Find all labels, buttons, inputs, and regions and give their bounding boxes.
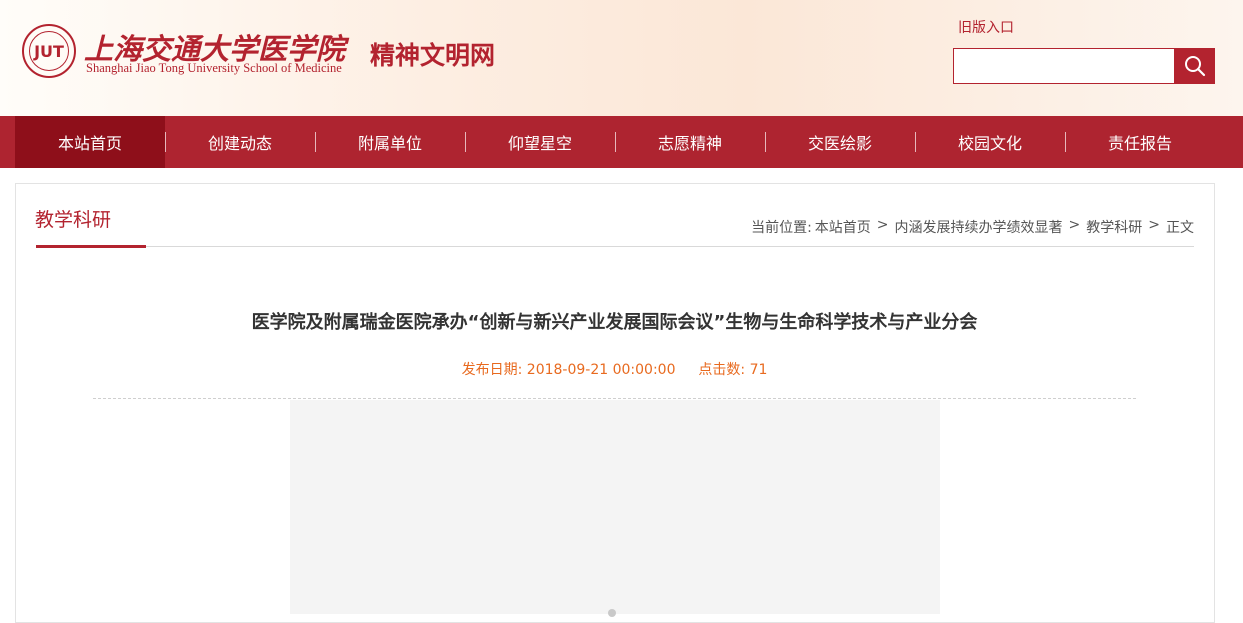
breadcrumb-current: 正文: [1166, 220, 1194, 236]
school-seal-logo[interactable]: JUT: [22, 24, 76, 78]
nav-divider: [615, 132, 616, 152]
view-count-label: 点击数:: [698, 362, 746, 378]
nav-divider: [915, 132, 916, 152]
old-version-link[interactable]: 旧版入口: [958, 17, 1014, 37]
section-divider: [36, 246, 1194, 247]
breadcrumb-link-category[interactable]: 内涵发展持续办学绩效显著: [895, 217, 1063, 237]
nav-divider: [315, 132, 316, 152]
nav-item-label: 校园文化: [957, 134, 1022, 153]
school-name-en: Shanghai Jiao Tong University School of …: [86, 61, 342, 75]
nav-item-news[interactable]: 创建动态: [165, 116, 315, 168]
nav-item-stars[interactable]: 仰望星空: [465, 116, 615, 168]
section-title-underline: [36, 245, 146, 248]
breadcrumb-separator: >: [876, 217, 889, 233]
nav-item-label: 交医绘影: [807, 134, 872, 153]
breadcrumb-link-section[interactable]: 教学科研: [1086, 217, 1142, 237]
article-title: 医学院及附属瑞金医院承办“创新与新兴产业发展国际会议”生物与生命科学技术与产业分…: [251, 312, 978, 333]
site-title: 精神文明网: [370, 41, 496, 70]
breadcrumb-separator: >: [1148, 217, 1160, 233]
search-button[interactable]: [1174, 48, 1215, 84]
article-header-divider: [93, 398, 1136, 399]
article-meta: 发布日期: 2018-09-21 00:00:00 点击数: 71: [0, 359, 1229, 379]
nav-divider: [465, 132, 466, 152]
nav-item-gallery[interactable]: 交医绘影: [765, 116, 915, 168]
nav-item-label: 志愿精神: [657, 134, 722, 153]
nav-item-campus-culture[interactable]: 校园文化: [915, 116, 1065, 168]
nav-item-label: 创建动态: [207, 134, 272, 153]
nav-divider: [1065, 132, 1066, 152]
publish-date-value: 2018-09-21 00:00:00: [526, 362, 676, 378]
search-icon: [1184, 56, 1205, 77]
breadcrumb-link-home[interactable]: 本站首页: [815, 217, 871, 237]
main-nav: 本站首页 创建动态 附属单位 仰望星空 志愿精神 交医绘影 校园文化 责任报告: [0, 116, 1243, 168]
publish-date-label: 发布日期:: [461, 362, 523, 378]
nav-divider: [765, 132, 766, 152]
loading-indicator: [608, 609, 616, 617]
article-image-placeholder: [290, 400, 940, 614]
seal-inner-mark: JUT: [29, 31, 69, 71]
search-input[interactable]: [953, 48, 1175, 84]
nav-divider: [165, 132, 166, 152]
nav-item-label: 附属单位: [357, 134, 422, 153]
nav-item-label: 责任报告: [1107, 134, 1172, 153]
breadcrumb-separator: >: [1068, 217, 1081, 233]
section-title: 教学科研: [35, 209, 112, 231]
nav-item-volunteer[interactable]: 志愿精神: [615, 116, 765, 168]
nav-item-reports[interactable]: 责任报告: [1065, 116, 1215, 168]
nav-item-label: 仰望星空: [507, 134, 572, 153]
nav-item-home[interactable]: 本站首页: [15, 116, 165, 168]
breadcrumb-prefix: 当前位置:: [751, 220, 812, 236]
view-count-value: 71: [749, 362, 768, 378]
site-header: JUT 上海交通大学医学院 Shanghai Jiao Tong Univers…: [0, 0, 1243, 116]
nav-item-label: 本站首页: [57, 134, 122, 153]
nav-item-affiliates[interactable]: 附属单位: [315, 116, 465, 168]
breadcrumb: 当前位置: 本站首页 > 内涵发展持续办学绩效显著 > 教学科研 > 正文: [751, 217, 1194, 237]
